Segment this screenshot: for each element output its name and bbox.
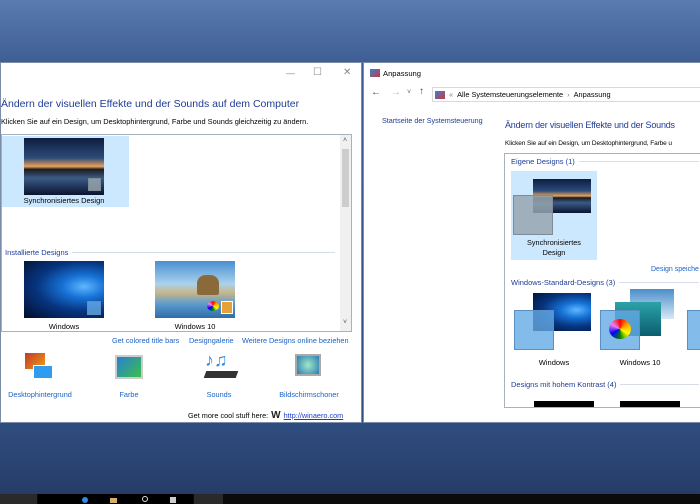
color-icon [115,355,143,379]
store-icon[interactable] [170,497,176,503]
address-overflow[interactable]: « [449,90,453,99]
link-design-gallery[interactable]: Designgalerie [189,336,234,345]
footer-text: Get more cool stuff here: [188,411,269,420]
edge-icon[interactable] [82,497,88,503]
bottom-item-label: Bildschirmschoner [279,390,339,399]
theme-label: Windows [538,358,570,367]
settings-icon[interactable] [142,496,148,502]
group-high-contrast: Designs mit hohem Kontrast (4) [511,380,699,389]
personalization-window: Anpassung ← → ˅ ↑ « Alle Systemsteuerung… [363,62,700,423]
theme-item-synchronized[interactable]: Synchronisiertes Design [511,171,597,260]
theme-list: Synchronisiertes Design Installierte Des… [1,134,352,332]
scroll-up-icon[interactable]: ˄ [343,137,347,144]
theme-label: Synchronisiertes Design [23,196,105,205]
theme-item-synchronized[interactable]: Synchronisiertes Design [2,136,129,207]
theme-label: Windows 10 [174,322,216,331]
taskbar [0,494,700,504]
link-more-themes-online[interactable]: Weitere Designs online beziehen [242,336,349,345]
bottom-item-label: Farbe [119,390,139,399]
theme-item-partial[interactable] [687,310,700,350]
taskbar-button[interactable] [194,494,223,504]
breadcrumb-current[interactable]: Anpassung [574,90,611,99]
scrollbar-thumb[interactable] [342,149,349,207]
page-title: Ändern der visuellen Effekte und der Sou… [1,98,300,110]
forward-button[interactable]: → [391,87,401,98]
page-subtitle: Klicken Sie auf ein Design, um Desktophi… [1,117,309,126]
bottom-item-label: Sounds [206,390,232,399]
sidebar-link-control-panel-home[interactable]: Startseite der Systemsteuerung [382,116,483,125]
theme-item-high-contrast[interactable] [620,401,680,407]
back-button[interactable]: ← [371,87,381,98]
winaero-link[interactable]: http://winaero.com [284,411,344,420]
control-panel-icon [435,90,445,99]
taskbar-button[interactable] [0,494,37,504]
theme-label: Synchronisiertes Design [527,238,581,257]
recent-dropdown[interactable]: ˅ [407,89,411,96]
breadcrumb-separator: › [567,90,570,99]
theme-thumbnail [24,261,104,318]
link-colored-title-bars[interactable]: Get colored title bars [112,336,179,345]
group-standard-designs: Windows-Standard-Designs (3) [511,278,699,287]
explorer-icon[interactable] [110,498,117,503]
page-title: Ändern der visuellen Effekte und der Sou… [505,120,675,130]
screensaver-icon [295,354,321,376]
sounds-icon: ♪♫ [203,351,239,381]
theme-list: Eigene Designs (1) Synchronisiertes Desig… [504,153,700,408]
footer: Get more cool stuff here: W http://winae… [188,410,343,421]
group-own-designs: Eigene Designs (1) [511,157,699,166]
close-button[interactable]: ✕ [343,67,351,78]
theme-label: Windows [48,322,80,331]
personalization-window-classic: — ☐ ✕ Ändern der visuellen Effekte und d… [0,62,362,423]
theme-thumbnail [24,138,104,195]
winaero-logo: W [271,410,281,421]
scroll-down-icon[interactable]: ˅ [343,319,347,326]
breadcrumb-all-items[interactable]: Alle Systemsteuerungselemente [457,90,563,99]
page-subtitle: Klicken Sie auf ein Design, um Desktophi… [505,140,672,147]
control-panel-icon [370,69,380,77]
theme-item-high-contrast[interactable] [534,401,594,407]
theme-label: Windows 10 [619,358,661,367]
bottom-item-label: Desktophintergrund [8,390,72,399]
theme-thumbnail [600,310,640,350]
window-title: Anpassung [383,69,421,78]
maximize-button[interactable]: ☐ [313,67,322,78]
minimize-button[interactable]: — [286,68,295,78]
save-design-link[interactable]: Design speiche [651,266,699,273]
scrollbar[interactable]: ˄ ˅ [340,135,351,331]
theme-thumbnail [155,261,235,318]
address-bar[interactable]: « Alle Systemsteuerungselemente › Anpass… [432,87,700,102]
up-button[interactable]: ↑ [419,86,424,97]
group-installed: Installierte Designs [5,248,335,257]
